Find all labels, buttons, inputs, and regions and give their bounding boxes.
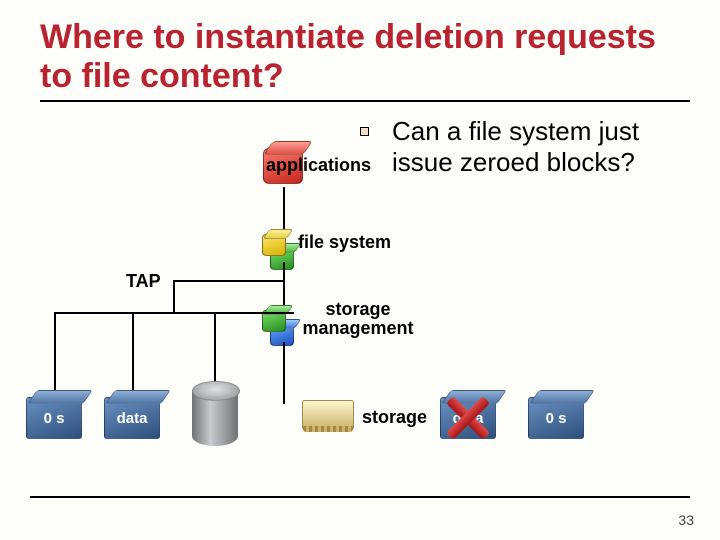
slab-right-zeros-text: 0 s [546, 410, 567, 427]
slide-title: Where to instantiate deletion requests t… [40, 18, 690, 100]
slab-left-zeros: 0 s [26, 397, 82, 439]
filesystem-label: file system [298, 233, 391, 252]
storage-mgmt-line2: management [302, 318, 413, 338]
connector-fork-h [173, 280, 285, 282]
storage-label: storage [362, 408, 427, 427]
applications-label: applications [266, 156, 371, 175]
connector-tap-zeros [54, 312, 56, 392]
bullet-square [360, 127, 369, 136]
connector-apps-fs [283, 187, 285, 231]
bullet-text: Can a file system just issue zeroed bloc… [392, 116, 692, 178]
slab-right-zeros: 0 s [528, 397, 584, 439]
disk-platter-icon [302, 400, 354, 430]
slab-left-zeros-text: 0 s [44, 410, 65, 427]
connector-sm-disk [283, 342, 285, 404]
cylinder-icon [192, 390, 238, 446]
footer-rule [30, 496, 690, 498]
connector-tap-down [173, 280, 175, 312]
connector-tap-cyl [214, 312, 216, 392]
storage-mgmt-line1: storage [325, 299, 390, 319]
title-block: Where to instantiate deletion requests t… [40, 18, 690, 102]
slab-left-data-text: data [117, 410, 148, 427]
connector-sm-down [283, 280, 285, 308]
connector-fs-fork [283, 262, 285, 280]
slab-left-data: data [104, 397, 160, 439]
cross-out-icon [446, 396, 490, 440]
tap-label: TAP [126, 272, 161, 291]
connector-tap-h [54, 312, 294, 314]
storage-mgmt-label: storage management [298, 300, 418, 338]
connector-tap-data [132, 312, 134, 392]
page-number: 33 [678, 512, 694, 528]
